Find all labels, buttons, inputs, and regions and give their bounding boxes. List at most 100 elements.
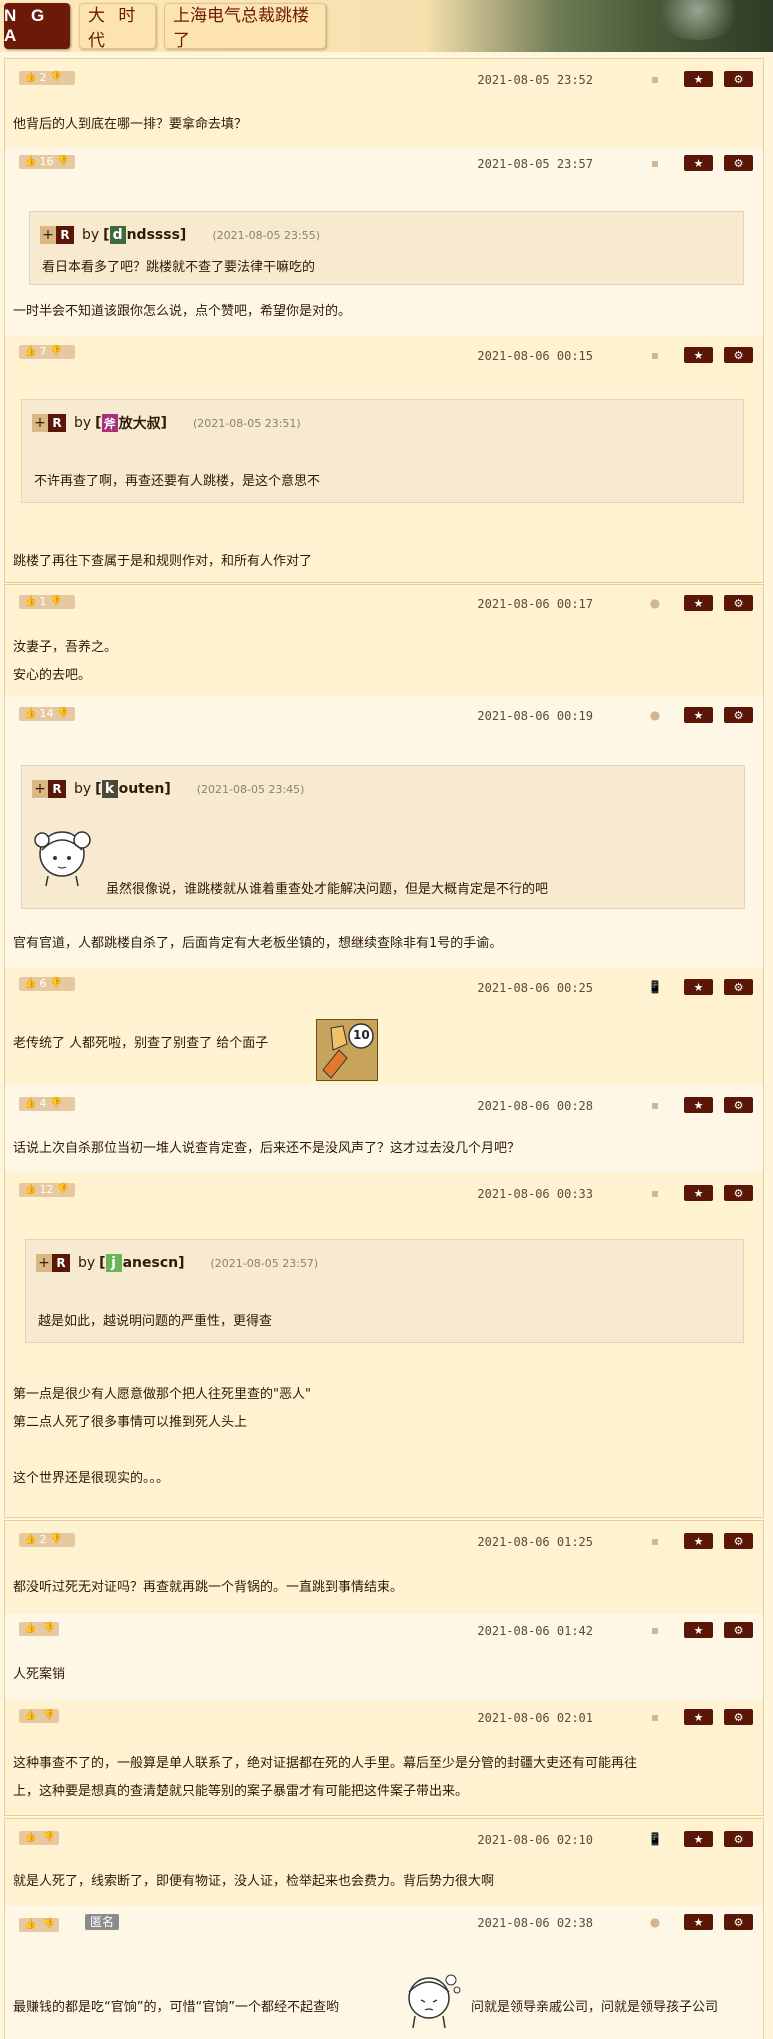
post-time: 2021-08-06 00:15 — [477, 349, 593, 363]
user-initial: j — [105, 1254, 122, 1272]
post: 👍 12 👎 2021-08-06 00:33 ▪ ★ ⚙ + R by [j ane… — [5, 1173, 763, 1517]
favorite-button[interactable]: ★ — [684, 71, 713, 87]
thumb-up-icon: 👍 — [24, 1184, 37, 1195]
quote-username[interactable]: [k outen] — [95, 780, 171, 798]
thumb-down-icon: 👎 — [42, 1832, 55, 1843]
settings-button[interactable]: ⚙ — [724, 71, 753, 87]
favorite-button[interactable]: ★ — [684, 1831, 713, 1847]
reply-link-button[interactable]: R — [48, 414, 66, 432]
settings-button[interactable]: ⚙ — [724, 1185, 753, 1201]
like-count: 6 — [39, 977, 47, 990]
thumb-down-icon: 👎 — [49, 1098, 62, 1109]
like-button[interactable]: 👍 6 👎 — [19, 977, 75, 991]
favorite-button[interactable]: ★ — [684, 347, 713, 363]
thumb-up-icon: 👍 — [24, 156, 37, 167]
settings-button[interactable]: ⚙ — [724, 1533, 753, 1549]
post: 👍 👎 2021-08-06 02:10 📱 ★ ⚙ 就是人死了，线索断了，即便有… — [5, 1819, 763, 1906]
reply-link-button[interactable]: R — [52, 1254, 70, 1272]
phone-icon: 📱 — [647, 980, 663, 994]
favorite-button[interactable]: ★ — [684, 595, 713, 611]
like-button[interactable]: 👍 👎 — [19, 1831, 59, 1845]
apple-icon: ● — [649, 1915, 661, 1929]
quote-time: (2021-08-05 23:55) — [212, 228, 321, 242]
like-button[interactable]: 👍 2 👎 — [19, 1533, 75, 1547]
username-text: 放大叔 — [118, 416, 161, 432]
post-time: 2021-08-06 00:19 — [477, 709, 593, 723]
thumb-up-icon: 👍 — [24, 1623, 37, 1634]
post-text: 他背后的人到底在哪一排？要拿命去填？ — [13, 117, 248, 132]
settings-button[interactable]: ⚙ — [724, 1831, 753, 1847]
post-time: 2021-08-06 02:10 — [477, 1833, 593, 1847]
settings-button[interactable]: ⚙ — [724, 1097, 753, 1113]
settings-button[interactable]: ⚙ — [724, 707, 753, 723]
settings-button[interactable]: ⚙ — [724, 595, 753, 611]
top-bar: N G A 大 时 代 上海电气总裁跳楼了 — [0, 0, 773, 52]
quote-expand-button[interactable]: + — [32, 780, 48, 798]
quote-expand-button[interactable]: + — [32, 414, 48, 432]
settings-button[interactable]: ⚙ — [724, 347, 753, 363]
like-button[interactable]: 👍 👎 — [19, 1622, 59, 1636]
post-time: 2021-08-05 23:52 — [477, 73, 593, 87]
post-time: 2021-08-06 01:42 — [477, 1624, 593, 1638]
favorite-button[interactable]: ★ — [684, 707, 713, 723]
breadcrumb-thread[interactable]: 上海电气总裁跳楼了 — [164, 3, 326, 51]
favorite-button[interactable]: ★ — [684, 1533, 713, 1549]
breadcrumb-forum[interactable]: 大 时 代 — [79, 3, 156, 51]
nga-logo[interactable]: N G A — [4, 3, 70, 49]
quote-header: + R by [d ndssss] (2021-08-05 23:55) — [40, 224, 320, 246]
like-count: 2 — [39, 71, 47, 84]
thumb-down-icon: 👎 — [42, 1623, 55, 1634]
favorite-button[interactable]: ★ — [684, 1914, 713, 1930]
post-time: 2021-08-06 01:25 — [477, 1535, 593, 1549]
post-text: 官有官道，人都跳楼自杀了，后面肯定有大老板坐镇的，想继续查除非有1号的手谕。 — [13, 936, 503, 951]
favorite-button[interactable]: ★ — [684, 979, 713, 995]
thumb-up-icon: 👍 — [24, 708, 37, 719]
quote-text: 看日本看多了吧？跳楼就不查了要法律干嘛吃的 — [42, 260, 316, 275]
like-button[interactable]: 👍 2 👎 — [19, 71, 75, 85]
post-text: 人死案销 — [13, 1667, 66, 1682]
like-button[interactable]: 👍 7 👎 — [19, 345, 75, 359]
favorite-button[interactable]: ★ — [684, 1709, 713, 1725]
reply-link-button[interactable]: R — [56, 226, 74, 244]
quote-username[interactable]: [斧放大叔] — [95, 413, 167, 433]
post-text-line: 第二点人死了很多事情可以推到死人头上 — [13, 1415, 248, 1430]
quote-username[interactable]: [j anescn] — [99, 1254, 185, 1272]
android-icon: ▪ — [650, 348, 660, 362]
settings-button[interactable]: ⚙ — [724, 1914, 753, 1930]
like-button[interactable]: 👍 12 👎 — [19, 1183, 75, 1197]
post: 👍 👎 匿名 2021-08-06 02:38 ● ★ ⚙ 最赚钱的都是吃“官饷”… — [5, 1906, 763, 2039]
quote-expand-button[interactable]: + — [36, 1254, 52, 1272]
favorite-button[interactable]: ★ — [684, 155, 713, 171]
favorite-button[interactable]: ★ — [684, 1622, 713, 1638]
reply-link-button[interactable]: R — [48, 780, 66, 798]
post-time: 2021-08-06 00:28 — [477, 1099, 593, 1113]
settings-button[interactable]: ⚙ — [724, 1622, 753, 1638]
like-button[interactable]: 👍 1 👎 — [19, 595, 75, 609]
apple-icon: ● — [649, 708, 661, 722]
post-text-line: 安心的去吧。 — [13, 668, 92, 683]
bracket: ] — [160, 415, 167, 431]
settings-button[interactable]: ⚙ — [724, 1709, 753, 1725]
bracket: ] — [178, 1255, 185, 1271]
like-button[interactable]: 👍 👎 — [19, 1918, 59, 1932]
quote-username[interactable]: [d ndssss] — [103, 226, 186, 244]
like-button[interactable]: 👍 4 👎 — [19, 1097, 75, 1111]
post: 👍 2 👎 2021-08-06 01:25 ▪ ★ ⚙ 都没听过死无对证吗？再查就… — [5, 1521, 763, 1614]
post-text-part: 最赚钱的都是吃“官饷”的，可惜“官饷”一个都经不起查哟 — [13, 2000, 339, 2015]
post-time: 2021-08-06 00:17 — [477, 597, 593, 611]
favorite-button[interactable]: ★ — [684, 1185, 713, 1201]
favorite-button[interactable]: ★ — [684, 1097, 713, 1113]
settings-button[interactable]: ⚙ — [724, 155, 753, 171]
post: 👍 16 👎 2021-08-05 23:57 ▪ ★ ⚙ + R by [d nds… — [5, 147, 763, 335]
like-button[interactable]: 👍 14 👎 — [19, 707, 75, 721]
user-initial: 斧 — [101, 414, 118, 432]
like-button[interactable]: 👍 👎 — [19, 1709, 59, 1723]
quote-by: by — [74, 415, 92, 431]
username-text: outen — [118, 781, 165, 797]
sticker-image: 10 — [316, 1019, 378, 1081]
thumb-up-icon: 👍 — [24, 596, 37, 607]
android-icon: ▪ — [650, 156, 660, 170]
like-button[interactable]: 👍 16 👎 — [19, 155, 75, 169]
settings-button[interactable]: ⚙ — [724, 979, 753, 995]
quote-expand-button[interactable]: + — [40, 226, 56, 244]
